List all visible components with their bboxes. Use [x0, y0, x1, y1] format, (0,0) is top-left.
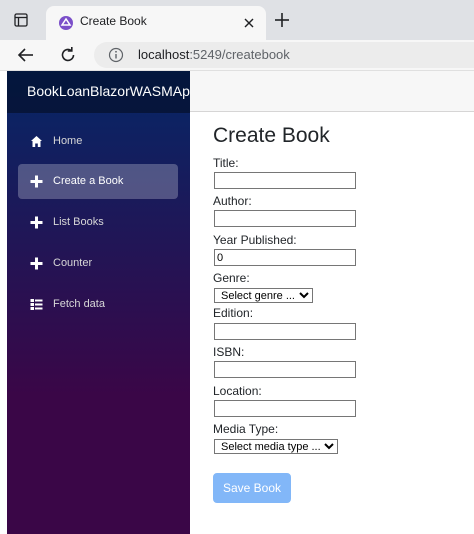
- tab-actions-button[interactable]: [8, 8, 34, 32]
- brand-bar: BookLoanBlazorWASMApp: [7, 71, 198, 113]
- top-row: [190, 71, 474, 112]
- tab-title: Create Book: [80, 14, 147, 28]
- isbn-input[interactable]: [214, 361, 356, 378]
- close-icon: [244, 18, 254, 28]
- genre-select[interactable]: Select genre ...: [214, 288, 313, 303]
- plus-icon: [30, 175, 43, 188]
- list-rich-icon: [30, 299, 43, 310]
- title-input[interactable]: [214, 172, 356, 189]
- info-icon[interactable]: [108, 47, 124, 63]
- isbn-label: ISBN:: [213, 345, 245, 359]
- app-brand[interactable]: BookLoanBlazorWASMApp: [27, 83, 198, 99]
- tab-actions-icon: [14, 13, 28, 27]
- nav-label-create-book: Create a Book: [53, 175, 124, 187]
- edition-label: Edition:: [213, 306, 254, 320]
- nav-item-counter[interactable]: Counter: [18, 246, 178, 281]
- nav-label-list-books: List Books: [53, 216, 104, 228]
- edition-input[interactable]: [214, 323, 356, 340]
- nav-item-list-books[interactable]: List Books: [18, 205, 178, 240]
- nav-item-home[interactable]: Home: [18, 124, 178, 159]
- back-arrow-icon[interactable]: [16, 45, 36, 65]
- page-title: Create Book: [213, 124, 330, 147]
- browser-toolbar: localhost:5249/createbook: [0, 40, 474, 71]
- new-tab-button[interactable]: [273, 11, 291, 29]
- plus-icon: [30, 257, 43, 270]
- nav-item-create-book[interactable]: Create a Book: [18, 164, 178, 199]
- title-label: Title:: [213, 156, 239, 170]
- sidebar: BookLoanBlazorWASMApp Home Create a Book…: [7, 71, 198, 534]
- nav-label-home: Home: [53, 135, 83, 147]
- year-published-label: Year Published:: [213, 233, 297, 247]
- browser-tab[interactable]: Create Book: [46, 6, 266, 40]
- nav-item-fetch-data[interactable]: Fetch data: [18, 287, 178, 322]
- nav-label-counter: Counter: [53, 257, 93, 269]
- url-path: :5249/createbook: [189, 47, 290, 62]
- nav-label-fetch-data: Fetch data: [53, 298, 105, 310]
- genre-label: Genre:: [213, 271, 250, 285]
- browser-tab-strip: Create Book: [0, 0, 474, 40]
- plus-icon: [30, 216, 43, 229]
- blazor-favicon-icon: [59, 16, 73, 30]
- url-host: localhost: [138, 47, 190, 62]
- reload-icon[interactable]: [58, 45, 78, 65]
- author-label: Author:: [213, 194, 252, 208]
- url-text: localhost:5249/createbook: [138, 47, 290, 62]
- location-label: Location:: [213, 384, 262, 398]
- tab-close-button[interactable]: [241, 15, 257, 31]
- address-bar[interactable]: localhost:5249/createbook: [94, 42, 474, 68]
- author-input[interactable]: [214, 210, 356, 227]
- location-input[interactable]: [214, 400, 356, 417]
- home-icon: [31, 136, 42, 147]
- save-book-button[interactable]: Save Book: [213, 473, 291, 503]
- media-type-select[interactable]: Select media type ...: [214, 439, 338, 454]
- media-type-label: Media Type:: [213, 422, 279, 436]
- year-published-input[interactable]: [214, 249, 356, 266]
